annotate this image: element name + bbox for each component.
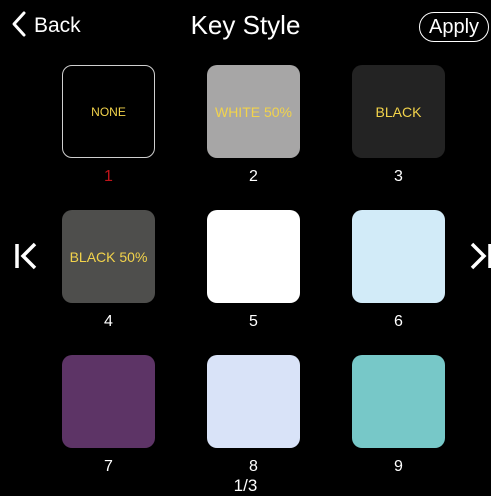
page-indicator: 1/3 bbox=[233, 476, 258, 495]
tile-label: BLACK bbox=[375, 103, 422, 120]
header-bar: Back Key Style Apply bbox=[0, 0, 491, 52]
tile-label: NONE bbox=[91, 104, 126, 119]
back-button[interactable]: Back bbox=[10, 10, 81, 42]
style-number-7: 7 bbox=[104, 458, 113, 475]
style-number-4: 4 bbox=[104, 313, 113, 330]
style-number-3: 3 bbox=[394, 168, 403, 185]
style-tile-4[interactable]: BLACK 50% bbox=[62, 210, 155, 303]
back-label: Back bbox=[34, 14, 81, 37]
style-tile-8[interactable] bbox=[207, 355, 300, 448]
first-page-icon bbox=[13, 242, 39, 278]
prev-page-button[interactable] bbox=[13, 238, 39, 274]
style-number-1: 1 bbox=[104, 168, 113, 185]
last-page-icon bbox=[468, 242, 491, 278]
tile-label: WHITE 50% bbox=[214, 103, 292, 120]
style-number-8: 8 bbox=[249, 458, 258, 475]
next-page-button[interactable] bbox=[468, 238, 491, 274]
style-number-2: 2 bbox=[249, 168, 258, 185]
style-tile-5[interactable] bbox=[207, 210, 300, 303]
style-tile-6[interactable] bbox=[352, 210, 445, 303]
style-number-9: 9 bbox=[394, 458, 403, 475]
tile-label: BLACK 50% bbox=[69, 248, 148, 265]
style-tile-2[interactable]: WHITE 50% bbox=[207, 65, 300, 158]
style-tile-9[interactable] bbox=[352, 355, 445, 448]
style-number-5: 5 bbox=[249, 313, 258, 330]
style-number-6: 6 bbox=[394, 313, 403, 330]
style-tile-1[interactable]: NONE bbox=[62, 65, 155, 158]
chevron-left-icon bbox=[10, 10, 28, 43]
style-tile-3[interactable]: BLACK bbox=[352, 65, 445, 158]
key-style-screen: Back Key Style Apply NONE 1 WHITE 50% 2 … bbox=[0, 0, 491, 495]
style-tile-7[interactable] bbox=[62, 355, 155, 448]
apply-button[interactable]: Apply bbox=[419, 12, 489, 42]
